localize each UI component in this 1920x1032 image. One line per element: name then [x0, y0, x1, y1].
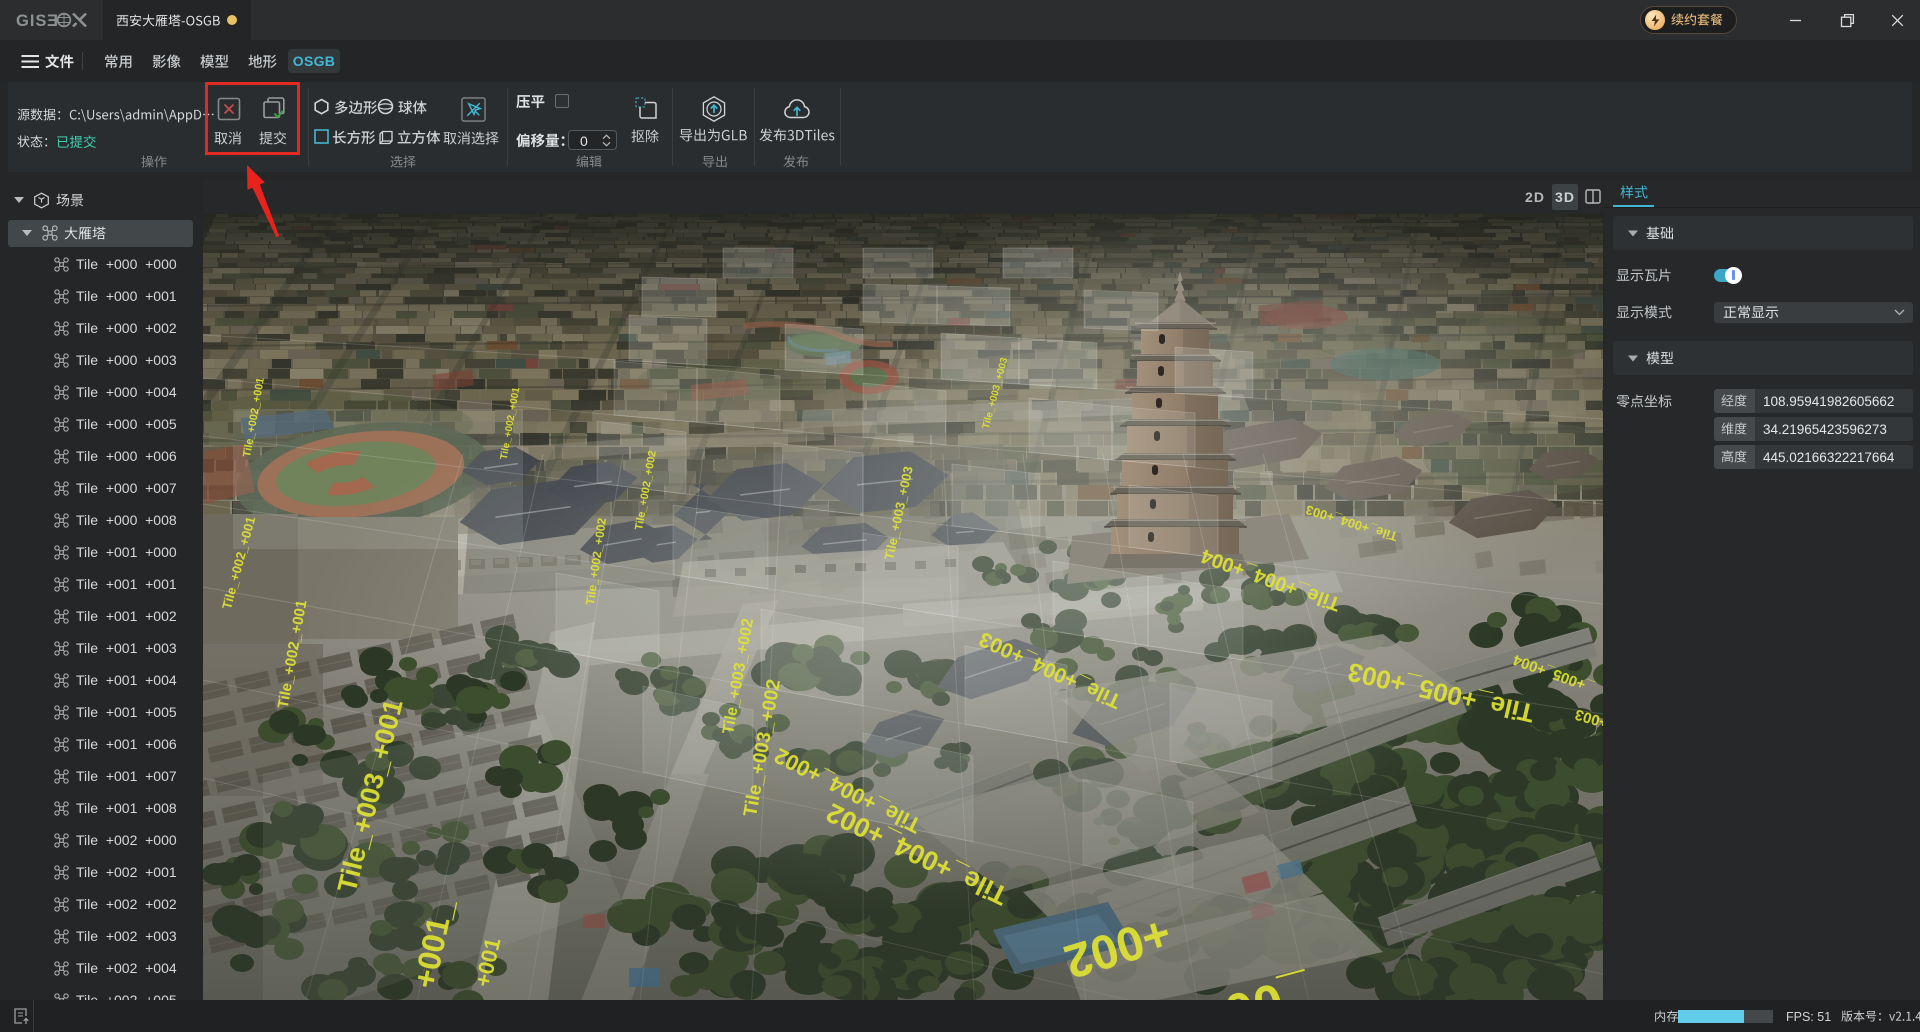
svg-text:GIS: GIS: [16, 12, 47, 29]
